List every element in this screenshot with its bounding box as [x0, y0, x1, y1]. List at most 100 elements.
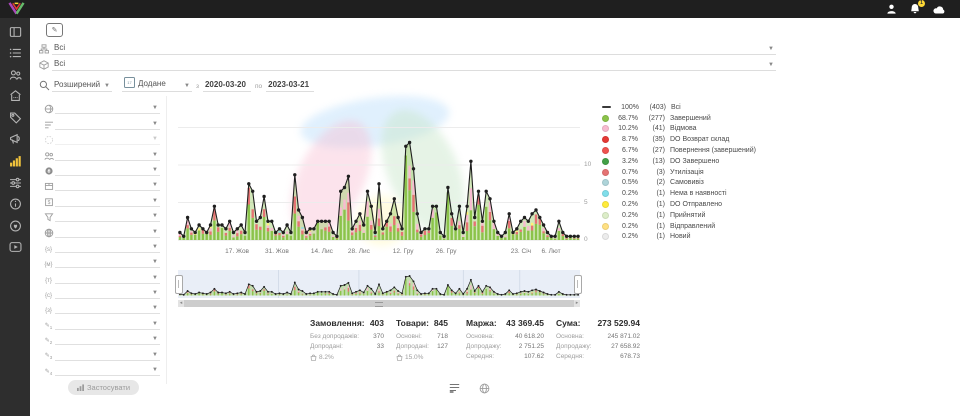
sidebar-item-marketing[interactable]: [8, 133, 23, 146]
scrollbar-thumb[interactable]: [184, 300, 574, 307]
scroll-right-icon[interactable]: ▸: [574, 300, 580, 307]
sidebar-item-settings[interactable]: [8, 176, 23, 189]
assistant-icon[interactable]: [884, 2, 898, 16]
product-select[interactable]: Всі▼: [52, 58, 776, 71]
filter-select[interactable]: ▼: [55, 303, 160, 314]
filter-row-coin[interactable]: ₴ ▼: [42, 161, 160, 176]
filter-select[interactable]: ▼: [55, 180, 160, 191]
filter-select[interactable]: ▼: [55, 319, 160, 330]
apply-button[interactable]: Застосувати: [68, 380, 139, 395]
status-filter-row: Всі▼: [36, 42, 776, 55]
filter-select[interactable]: ▼: [55, 350, 160, 361]
legend-item[interactable]: 68.7%(277)Завершений: [602, 113, 756, 124]
panel-divider: [166, 96, 167, 384]
chevron-down-icon: ▼: [152, 167, 158, 173]
date-field-select[interactable]: 17 Додане▼: [122, 76, 192, 92]
filter-row-globe[interactable]: ▼: [42, 99, 160, 114]
funnel-icon: [42, 212, 55, 222]
list-view-icon[interactable]: [448, 382, 460, 394]
sidebar-item-store[interactable]: [8, 90, 23, 103]
legend-count: (277): [638, 115, 665, 122]
status-select[interactable]: Всі▼: [52, 42, 776, 55]
filter-select[interactable]: ▼: [55, 103, 160, 114]
filter-select[interactable]: ▼: [55, 165, 160, 176]
search-icon[interactable]: [36, 80, 52, 91]
filter-row-sort[interactable]: ▼: [42, 114, 160, 129]
legend-item[interactable]: 8.7%(35)DO Возврат склад: [602, 134, 756, 145]
legend-item[interactable]: 6.7%(27)Повернення (завершений): [602, 145, 756, 156]
chevron-down-icon: ▼: [152, 290, 158, 296]
globe-icon: [42, 104, 55, 114]
chevron-down-icon: ▼: [152, 244, 158, 250]
legend-item[interactable]: 0.2%(1)Відправлений: [602, 221, 756, 232]
legend-item[interactable]: 0.2%(1)Прийнятий: [602, 210, 756, 221]
filter-row-users[interactable]: ▼: [42, 145, 160, 160]
sidebar-item-info[interactable]: [8, 198, 23, 211]
sidebar-item-customers[interactable]: [8, 68, 23, 81]
legend-dot-swatch: [602, 158, 609, 165]
chevron-down-icon: ▼: [152, 105, 158, 111]
legend-item[interactable]: 0.2%(1)DO Отправлено: [602, 199, 756, 210]
date-from-input[interactable]: 2020-03-20: [203, 79, 251, 92]
legend-item[interactable]: 10.2%(41)Відмова: [602, 124, 756, 135]
brand-logo-icon[interactable]: [7, 1, 26, 21]
sidebar-item-statistics[interactable]: [8, 155, 23, 168]
search-mode-select[interactable]: Розширений▼: [52, 79, 112, 92]
sidebar-item-videos[interactable]: [8, 241, 23, 254]
filter-select[interactable]: ▼: [55, 257, 160, 268]
filter-row-globe-alt[interactable]: ▼: [42, 222, 160, 237]
filter-row-var-z[interactable]: {з} ▼: [42, 299, 160, 314]
filter-row-var-c[interactable]: {с} ▼: [42, 284, 160, 299]
filter-row-funnel[interactable]: ▼: [42, 207, 160, 222]
x-tick-label: 6. Лют: [533, 248, 569, 255]
legend-count: (3): [638, 169, 665, 176]
filter-row-edit-1[interactable]: ✎1 ▼: [42, 314, 160, 329]
stat-subrow: Без допродажів:370: [310, 333, 384, 343]
legend-item[interactable]: 0.5%(2)Самовивіз: [602, 178, 756, 189]
date-to-input[interactable]: 2023-03-21: [266, 79, 314, 92]
currency-icon: $: [42, 197, 55, 207]
legend-dot-swatch: [602, 147, 609, 154]
filter-row-var-m[interactable]: {м} ▼: [42, 253, 160, 268]
filter-select[interactable]: ▼: [55, 227, 160, 238]
filter-select[interactable]: ▼: [55, 119, 160, 130]
filter-row-currency[interactable]: $ ▼: [42, 191, 160, 206]
sidebar-item-dashboard[interactable]: [8, 25, 23, 38]
filter-select[interactable]: ▼: [55, 334, 160, 345]
filter-select[interactable]: ▼: [55, 196, 160, 207]
chart-navigator[interactable]: [178, 270, 580, 298]
filter-row-var-s[interactable]: {s} ▼: [42, 238, 160, 253]
filter-row-edit-2[interactable]: ✎2 ▼: [42, 330, 160, 345]
filter-row-edit-4[interactable]: ✎4 ▼: [42, 361, 160, 376]
filter-row-package[interactable]: ▼: [42, 176, 160, 191]
main-chart-area[interactable]: [178, 100, 580, 250]
legend-item[interactable]: 0.7%(3)Утилізація: [602, 167, 756, 178]
sidebar-item-tags[interactable]: [8, 111, 23, 124]
legend-item[interactable]: 100%(403)Всі: [602, 102, 756, 113]
brush-handle-left[interactable]: [175, 275, 183, 294]
legend-item[interactable]: 0.2%(1)Нема в наявності: [602, 188, 756, 199]
profile-icon[interactable]: [932, 2, 946, 16]
filter-select[interactable]: ▼: [55, 288, 160, 299]
product-sphere-icon[interactable]: [478, 382, 490, 394]
stat-value: 845: [434, 318, 448, 328]
sidebar-item-support[interactable]: [8, 219, 23, 232]
filter-row-var-t[interactable]: {т} ▼: [42, 268, 160, 283]
filter-row-edit-3[interactable]: ✎3 ▼: [42, 345, 160, 360]
filter-select[interactable]: ▼: [55, 211, 160, 222]
upsell-rate: 8.2%: [310, 354, 384, 361]
panel-edit-icon[interactable]: ✎: [46, 23, 63, 37]
filter-panel: ▼ ▼ ▼ ▼₴ ▼ ▼$ ▼ ▼ ▼{s} ▼{м} ▼{т} ▼{с} ▼{…: [42, 99, 160, 376]
legend-item[interactable]: 0.2%(1)Новий: [602, 232, 756, 243]
chart-scrollbar[interactable]: ◂ ▸: [178, 300, 580, 307]
filter-select[interactable]: ▼: [55, 365, 160, 376]
scrollbar-grip: [375, 302, 383, 307]
sidebar-item-orders[interactable]: [8, 47, 23, 60]
filter-select[interactable]: ▼: [55, 273, 160, 284]
notifications-bell-icon[interactable]: 1: [908, 2, 922, 16]
filter-select[interactable]: ▼: [55, 242, 160, 253]
brush-handle-right[interactable]: [574, 275, 582, 294]
legend-item[interactable]: 3.2%(13)DO Завершено: [602, 156, 756, 167]
filter-select[interactable]: ▼: [55, 150, 160, 161]
x-tick-label: 14. Лис: [304, 248, 340, 255]
